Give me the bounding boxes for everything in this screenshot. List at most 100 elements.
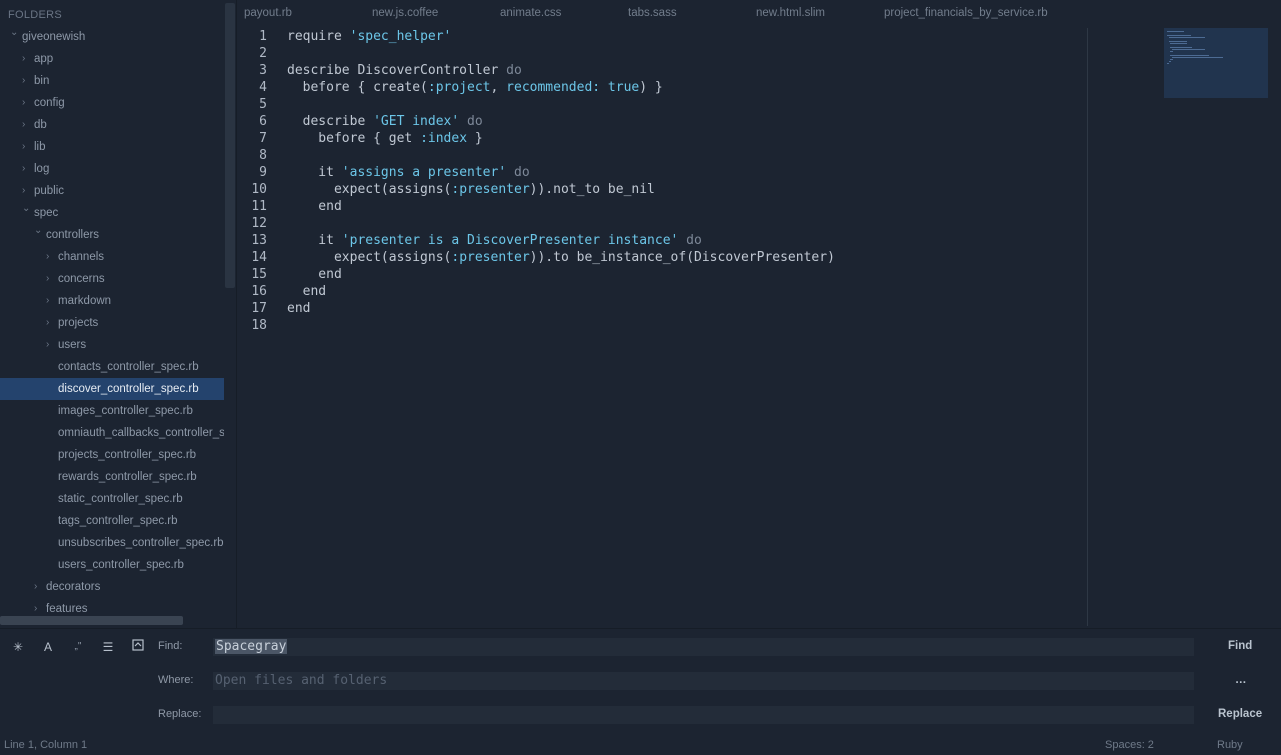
code-line[interactable]: end: [287, 301, 310, 316]
code-line[interactable]: describe DiscoverController do: [287, 63, 522, 78]
where-input[interactable]: Open files and folders: [213, 672, 1194, 690]
tab-tabs-sass[interactable]: tabs.sass: [628, 7, 677, 19]
chevron-right-icon[interactable]: ›: [22, 180, 32, 202]
tab-animate-css[interactable]: animate.css: [500, 7, 561, 19]
tree-item-label: users_controller_spec.rb: [58, 559, 184, 571]
code-line[interactable]: before { create(:project, recommended: t…: [287, 80, 663, 95]
file-tree: ⌄ giveonewish › app › bin › config › db › lib › log › p…: [0, 26, 224, 620]
code-line[interactable]: expect(assigns(:presenter)).not_to be_ni…: [287, 182, 655, 197]
code-line[interactable]: end: [287, 199, 342, 214]
chevron-down-icon[interactable]: ⌄: [34, 224, 44, 242]
code-token: expect(assigns(: [287, 250, 452, 265]
chevron-right-icon[interactable]: ›: [34, 576, 44, 598]
tree-item[interactable]: › markdown: [0, 290, 224, 312]
chevron-right-icon[interactable]: ›: [22, 70, 32, 92]
code-token: do: [506, 63, 522, 78]
tree-item[interactable]: users_controller_spec.rb: [0, 554, 224, 576]
sidebar-vertical-scrollbar[interactable]: [225, 3, 235, 288]
tab-project-financials[interactable]: project_financials_by_service.rb: [884, 7, 1048, 19]
tree-item-label: discover_controller_spec.rb: [58, 383, 199, 395]
tree-item-label: projects: [58, 317, 99, 329]
code-token: end: [287, 199, 342, 214]
tree-item-label: giveonewish: [22, 31, 86, 43]
tree-item[interactable]: › app: [0, 48, 224, 70]
chevron-down-icon[interactable]: ⌄: [22, 202, 32, 220]
code-line[interactable]: end: [287, 267, 342, 282]
line-number: 5: [259, 97, 267, 112]
line-number: 9: [259, 165, 267, 180]
tree-item[interactable]: › db: [0, 114, 224, 136]
tree-item[interactable]: ⌄ giveonewish: [0, 26, 224, 48]
tree-item[interactable]: › concerns: [0, 268, 224, 290]
where-options-button[interactable]: …: [1235, 674, 1247, 686]
replace-input[interactable]: [213, 706, 1194, 724]
tab-new-js-coffee[interactable]: new.js.coffee: [372, 7, 438, 19]
chevron-right-icon[interactable]: ›: [22, 136, 32, 158]
find-button[interactable]: Find: [1228, 640, 1252, 652]
tree-item[interactable]: projects_controller_spec.rb: [0, 444, 224, 466]
tree-item[interactable]: › lib: [0, 136, 224, 158]
indentation-setting[interactable]: Spaces: 2: [1105, 738, 1154, 752]
code-line[interactable]: expect(assigns(:presenter)).to be_instan…: [287, 250, 835, 265]
in-selection-icon[interactable]: ☰: [100, 639, 116, 655]
line-number: 3: [259, 63, 267, 78]
code-line[interactable]: describe 'GET index' do: [287, 114, 483, 129]
code-token: ) }: [639, 80, 663, 95]
code-editor[interactable]: 1 2 3 4 5 6 7 8 9 10 11 12 13 14 15 16 17 18 require 'spe…: [237, 26, 1281, 628]
code-line[interactable]: it 'assigns a presenter' do: [287, 165, 530, 180]
tab-payout-rb[interactable]: payout.rb: [244, 7, 292, 19]
tree-item[interactable]: contacts_controller_spec.rb: [0, 356, 224, 378]
tree-item[interactable]: ⌄ controllers: [0, 224, 224, 246]
code-token: do: [514, 165, 530, 180]
tree-item[interactable]: › bin: [0, 70, 224, 92]
line-number: 2: [259, 46, 267, 61]
chevron-right-icon[interactable]: ›: [46, 334, 56, 356]
syntax-mode[interactable]: Ruby: [1217, 738, 1243, 752]
tree-item[interactable]: › channels: [0, 246, 224, 268]
whole-word-icon[interactable]: „": [70, 639, 86, 655]
code-token: end: [287, 301, 311, 316]
code-line[interactable]: it 'presenter is a DiscoverPresenter ins…: [287, 233, 702, 248]
chevron-right-icon[interactable]: ›: [22, 114, 32, 136]
replace-button[interactable]: Replace: [1218, 708, 1262, 720]
line-number: 8: [259, 148, 267, 163]
tree-item[interactable]: rewards_controller_spec.rb: [0, 466, 224, 488]
tab-new-html-slim[interactable]: new.html.slim: [756, 7, 825, 19]
chevron-right-icon[interactable]: ›: [22, 158, 32, 180]
tree-item[interactable]: omniauth_callbacks_controller_spec.rb: [0, 422, 224, 444]
tree-item[interactable]: tags_controller_spec.rb: [0, 510, 224, 532]
chevron-right-icon[interactable]: ›: [22, 92, 32, 114]
chevron-right-icon[interactable]: ›: [46, 268, 56, 290]
chevron-right-icon[interactable]: ›: [46, 290, 56, 312]
tree-item[interactable]: ⌄ spec: [0, 202, 224, 224]
minimap[interactable]: [1164, 28, 1268, 98]
tree-item[interactable]: images_controller_spec.rb: [0, 400, 224, 422]
code-line[interactable]: before { get :index }: [287, 131, 482, 146]
tree-item-selected[interactable]: discover_controller_spec.rb: [0, 378, 224, 400]
tree-item[interactable]: › users: [0, 334, 224, 356]
chevron-right-icon[interactable]: ›: [22, 48, 32, 70]
tree-item[interactable]: › public: [0, 180, 224, 202]
code-line[interactable]: require 'spec_helper': [287, 29, 451, 44]
code-token: end: [287, 267, 342, 282]
code-token: ,: [490, 80, 507, 95]
tree-item[interactable]: › projects: [0, 312, 224, 334]
chevron-down-icon[interactable]: ⌄: [10, 26, 20, 44]
regex-icon[interactable]: ✳: [10, 639, 26, 655]
tree-item[interactable]: static_controller_spec.rb: [0, 488, 224, 510]
minimap-line: [1168, 61, 1171, 62]
code-line[interactable]: end: [287, 284, 327, 299]
chevron-right-icon[interactable]: ›: [46, 246, 56, 268]
sidebar-horizontal-scrollbar[interactable]: [0, 616, 183, 625]
tree-item[interactable]: › config: [0, 92, 224, 114]
find-input[interactable]: Spacegray: [213, 638, 1194, 656]
tree-item[interactable]: unsubscribes_controller_spec.rb: [0, 532, 224, 554]
minimap-line: [1167, 35, 1191, 36]
case-sensitive-icon[interactable]: A: [40, 639, 56, 655]
tree-item[interactable]: › decorators: [0, 576, 224, 598]
show-context-icon[interactable]: [130, 639, 146, 655]
chevron-right-icon[interactable]: ›: [46, 312, 56, 334]
tree-item-label: db: [34, 119, 47, 131]
tree-item[interactable]: › log: [0, 158, 224, 180]
